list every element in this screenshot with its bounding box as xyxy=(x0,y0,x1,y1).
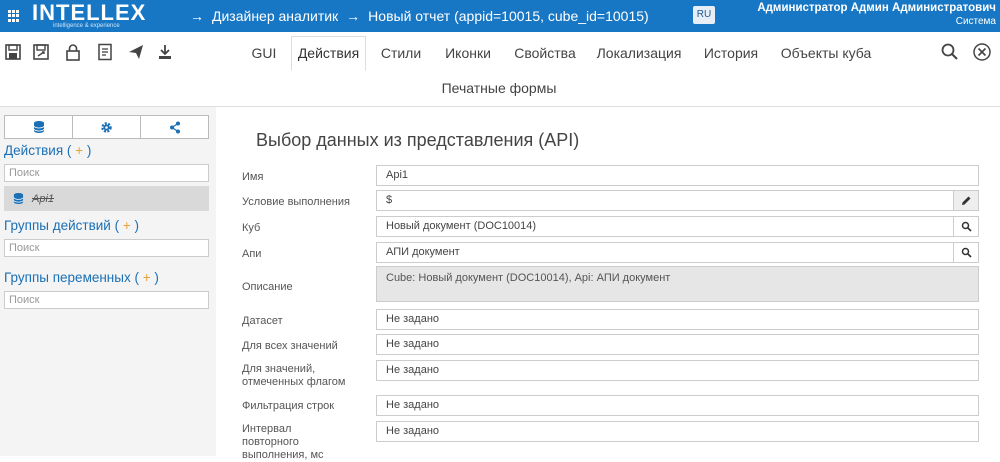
tab-gui[interactable]: GUI xyxy=(243,38,285,68)
user-name: Администратор Админ Администратович xyxy=(757,2,996,14)
toolbar: GUI Действия Стили Иконки Свойства Локал… xyxy=(0,32,1000,106)
variables-section-title: Группы переменных ( + ) xyxy=(4,270,159,285)
close-icon[interactable] xyxy=(972,42,992,62)
tab-history[interactable]: История xyxy=(696,38,766,68)
database-icon xyxy=(13,193,24,204)
add-action-button[interactable]: + xyxy=(75,143,83,158)
logo-text: INTELLEX xyxy=(32,0,147,25)
tab-localization[interactable]: Локализация xyxy=(590,38,688,68)
field-label-dataset: Датасет xyxy=(242,315,283,327)
tab-styles[interactable]: Стили xyxy=(373,38,429,68)
action-item-label: Api1 xyxy=(32,192,55,205)
field-label-row-filter: Фильтрация строк xyxy=(242,400,335,412)
breadcrumb: → Дизайнер аналитик → Новый отчет (appid=10… xyxy=(190,0,649,32)
send-icon[interactable] xyxy=(126,42,146,62)
add-close-paren: ) xyxy=(134,218,140,233)
search-icon[interactable] xyxy=(953,217,978,236)
breadcrumb-arrow-icon: → xyxy=(190,8,204,24)
description-field: Cube: Новый документ (DOC10014), Api: АП… xyxy=(376,266,979,302)
user-role: Система xyxy=(955,16,996,27)
dataset-field[interactable]: Не задано xyxy=(376,309,979,330)
language-button[interactable]: RU xyxy=(693,6,715,24)
api-value: АПИ документ xyxy=(386,246,460,258)
report-icon[interactable] xyxy=(95,42,115,62)
tab-actions[interactable]: Действия xyxy=(291,36,366,71)
tab-icons[interactable]: Иконки xyxy=(436,38,500,68)
export-icon[interactable] xyxy=(155,42,175,62)
save-icon[interactable] xyxy=(3,42,23,62)
tab-properties[interactable]: Свойства xyxy=(507,38,583,68)
condition-value: $ xyxy=(386,194,393,206)
variables-label: Группы переменных xyxy=(4,270,131,285)
logo-tagline: intelligence & experience xyxy=(53,23,120,29)
breadcrumb-item-designer[interactable]: Дизайнер аналитик xyxy=(212,8,338,24)
retry-interval-field[interactable]: Не задано xyxy=(376,421,979,442)
variables-search-input[interactable] xyxy=(4,291,209,309)
apps-grid-icon[interactable] xyxy=(8,10,20,22)
cube-field[interactable]: Новый документ (DOC10014) xyxy=(376,216,979,237)
logo[interactable]: INTELLEX intelligence & experience xyxy=(32,1,145,31)
add-close-paren: ) xyxy=(154,270,159,285)
sidebar: Действия ( + ) Api1 Группы действий ( + … xyxy=(0,106,216,456)
field-label-description: Описание xyxy=(242,281,293,293)
field-label-condition: Условие выполнения xyxy=(242,196,350,208)
groups-section-title: Группы действий ( + ) xyxy=(4,218,139,233)
main-panel: Выбор данных из представления (API) Имя … xyxy=(216,106,1000,461)
lock-icon[interactable] xyxy=(63,42,83,62)
add-variable-group-button[interactable]: + xyxy=(143,270,151,285)
condition-field[interactable]: $ xyxy=(376,190,979,211)
gear-icon[interactable] xyxy=(73,116,141,138)
api-field[interactable]: АПИ документ xyxy=(376,242,979,263)
database-icon[interactable] xyxy=(5,116,73,138)
save-as-icon[interactable] xyxy=(31,42,51,62)
name-field[interactable]: Api1 xyxy=(376,165,979,186)
top-bar: INTELLEX intelligence & experience → Диза… xyxy=(0,0,1000,32)
all-values-field[interactable]: Не задано xyxy=(376,334,979,355)
user-info[interactable]: Администратор Админ Администратович Сист… xyxy=(757,1,996,29)
search-icon[interactable] xyxy=(940,42,960,62)
row-filter-field[interactable]: Не задано xyxy=(376,395,979,416)
field-label-all-values: Для всех значений xyxy=(242,340,338,352)
flagged-values-field[interactable]: Не задано xyxy=(376,360,979,381)
share-icon[interactable] xyxy=(141,116,208,138)
add-close-paren: ) xyxy=(86,143,92,158)
breadcrumb-arrow-icon: → xyxy=(346,8,361,24)
groups-search-input[interactable] xyxy=(4,239,209,257)
tab-print-forms[interactable]: Печатные формы xyxy=(435,73,563,103)
add-group-button[interactable]: + xyxy=(123,218,131,233)
action-list-item[interactable]: Api1 xyxy=(4,186,209,211)
field-label-cube: Куб xyxy=(242,222,261,234)
groups-label: Группы действий xyxy=(4,218,111,233)
add-open-paren: ( xyxy=(114,218,120,233)
actions-search-input[interactable] xyxy=(4,164,209,182)
breadcrumb-item-report: Новый отчет (appid=10015, cube_id=10015) xyxy=(368,8,649,24)
add-open-paren: ( xyxy=(66,143,72,158)
field-label-name: Имя xyxy=(242,171,264,183)
tab-cube-objects[interactable]: Объекты куба xyxy=(774,38,878,68)
field-label-flagged-values: Для значений, отмеченных флагом xyxy=(242,363,346,388)
edit-pencil-icon[interactable] xyxy=(953,191,978,210)
field-label-retry-interval: Интервал повторного выполнения, мс xyxy=(242,423,324,461)
actions-label: Действия xyxy=(4,143,64,158)
field-label-api: Апи xyxy=(242,248,262,260)
actions-section-title: Действия ( + ) xyxy=(4,143,91,158)
search-icon[interactable] xyxy=(953,243,978,262)
page-title: Выбор данных из представления (API) xyxy=(256,130,580,150)
cube-value: Новый документ (DOC10014) xyxy=(386,220,537,232)
add-open-paren: ( xyxy=(134,270,140,285)
sidebar-tabs xyxy=(4,115,209,139)
